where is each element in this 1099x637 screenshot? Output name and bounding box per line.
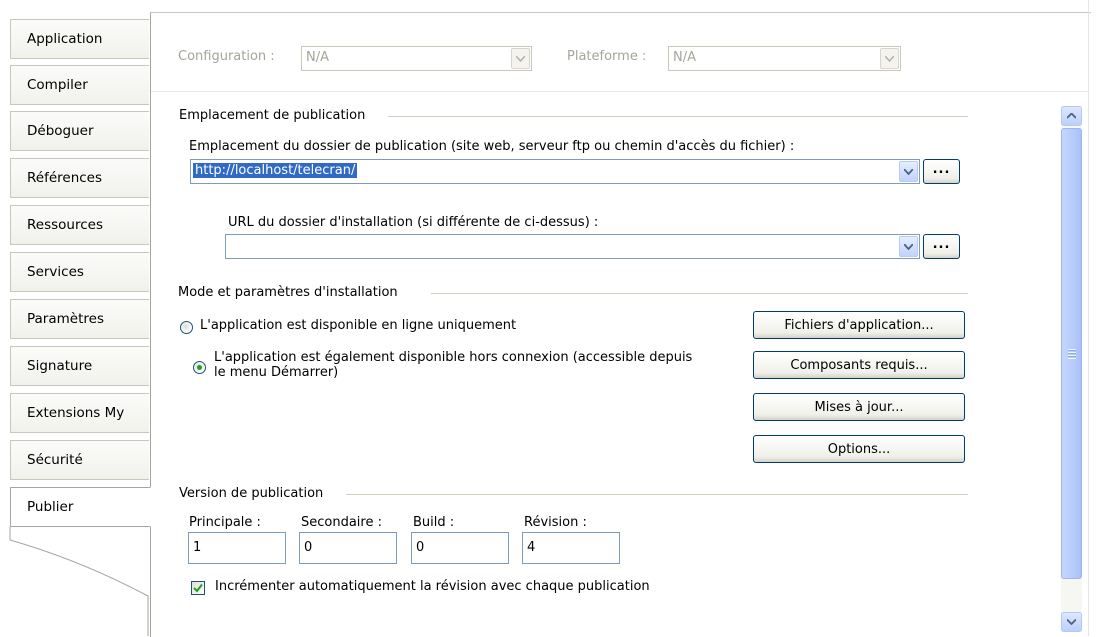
tab-label: Sécurité xyxy=(27,452,83,468)
tab-extensions-my[interactable]: Extensions My xyxy=(10,393,149,433)
chevron-down-icon xyxy=(880,48,899,69)
tab-strip: Application Compiler Déboguer Références… xyxy=(0,0,151,636)
tab-deboguer[interactable]: Déboguer xyxy=(10,111,149,151)
install-url-combo[interactable] xyxy=(225,234,920,259)
major-version-value: 1 xyxy=(193,540,202,555)
tab-services[interactable]: Services xyxy=(10,252,149,292)
publish-folder-value: http://localhost/telecran/ xyxy=(193,163,358,178)
build-version-input[interactable]: 0 xyxy=(411,532,509,564)
minor-version-value: 0 xyxy=(304,540,313,555)
grip-icon xyxy=(1068,349,1076,359)
tab-label: Signature xyxy=(27,358,93,374)
install-url-label: URL du dossier d'installation (si différ… xyxy=(228,215,599,230)
options-button[interactable]: Options... xyxy=(753,435,965,463)
tab-references[interactable]: Références xyxy=(10,158,149,198)
tab-label: Extensions My xyxy=(27,405,125,421)
tab-securite[interactable]: Sécurité xyxy=(10,440,149,480)
tab-label: Services xyxy=(27,264,84,280)
configuration-label: Configuration : xyxy=(178,49,275,64)
chevron-down-icon xyxy=(1067,619,1076,625)
tab-application[interactable]: Application xyxy=(10,19,149,59)
publish-properties-panel: Configuration : N/A Plateforme : N/A Emp… xyxy=(150,12,1091,637)
minor-version-input[interactable]: 0 xyxy=(299,532,397,564)
window-edge xyxy=(1088,0,1089,636)
publish-folder-combo[interactable]: http://localhost/telecran/ xyxy=(190,159,920,184)
group-line xyxy=(346,494,968,495)
divider xyxy=(151,91,1089,92)
tab-label: Publier xyxy=(27,499,74,515)
configuration-select: N/A xyxy=(301,46,532,71)
chevron-down-icon xyxy=(511,48,530,69)
scroll-down-button[interactable] xyxy=(1061,612,1082,632)
tab-parametres[interactable]: Paramètres xyxy=(10,299,149,339)
tab-signature[interactable]: Signature xyxy=(10,346,149,386)
offline-label-line2[interactable]: le menu Démarrer) xyxy=(214,365,338,380)
scroll-up-button[interactable] xyxy=(1061,106,1082,126)
minor-version-label: Secondaire : xyxy=(301,515,382,530)
build-version-value: 0 xyxy=(416,540,425,555)
radio-selected-dot xyxy=(197,365,202,370)
group-line xyxy=(388,116,968,117)
major-version-input[interactable]: 1 xyxy=(188,532,286,564)
publish-folder-label: Emplacement du dossier de publication (s… xyxy=(189,139,795,154)
browse-install-url-button[interactable]: ... xyxy=(923,234,960,259)
install-mode-group-title: Mode et paramètres d'installation xyxy=(178,285,398,300)
publish-location-group-title: Emplacement de publication xyxy=(179,108,366,123)
revision-version-value: 4 xyxy=(527,540,536,555)
build-version-label: Build : xyxy=(413,515,455,530)
tab-label: Compiler xyxy=(27,77,88,93)
platform-label: Plateforme : xyxy=(567,49,647,64)
prerequisites-button[interactable]: Composants requis... xyxy=(753,351,965,379)
chevron-down-icon[interactable] xyxy=(899,236,918,257)
tab-compiler[interactable]: Compiler xyxy=(10,65,149,105)
version-group-title: Version de publication xyxy=(179,486,324,501)
tab-label: Références xyxy=(27,170,103,186)
online-only-label[interactable]: L'application est disponible en ligne un… xyxy=(200,318,516,333)
platform-value: N/A xyxy=(673,50,696,65)
tab-label: Paramètres xyxy=(27,311,104,327)
vertical-scrollbar[interactable] xyxy=(1061,106,1082,632)
platform-select: N/A xyxy=(668,46,901,71)
chevron-up-icon xyxy=(1067,113,1076,119)
tab-label: Déboguer xyxy=(27,123,94,139)
tab-label: Ressources xyxy=(27,217,103,233)
online-only-radio[interactable] xyxy=(180,321,193,334)
scroll-thumb[interactable] xyxy=(1061,128,1082,579)
offline-label-line1[interactable]: L'application est également disponible h… xyxy=(214,350,692,365)
updates-button[interactable]: Mises à jour... xyxy=(753,393,965,421)
offline-radio[interactable] xyxy=(193,361,206,374)
revision-version-label: Révision : xyxy=(524,515,587,530)
tab-publier[interactable]: Publier xyxy=(10,487,151,527)
tab-label: Application xyxy=(27,31,103,47)
browse-publish-folder-button[interactable]: ... xyxy=(923,159,960,184)
chevron-down-icon[interactable] xyxy=(899,161,918,182)
tab-ressources[interactable]: Ressources xyxy=(10,205,149,245)
auto-increment-label[interactable]: Incrémenter automatiquement la révision … xyxy=(215,579,650,594)
configuration-value: N/A xyxy=(306,50,329,65)
check-mark-icon xyxy=(193,583,203,593)
revision-version-input[interactable]: 4 xyxy=(522,532,620,564)
auto-increment-checkbox[interactable] xyxy=(191,581,205,595)
major-version-label: Principale : xyxy=(189,515,261,530)
application-files-button[interactable]: Fichiers d'application... xyxy=(753,311,965,339)
group-line xyxy=(431,293,968,294)
